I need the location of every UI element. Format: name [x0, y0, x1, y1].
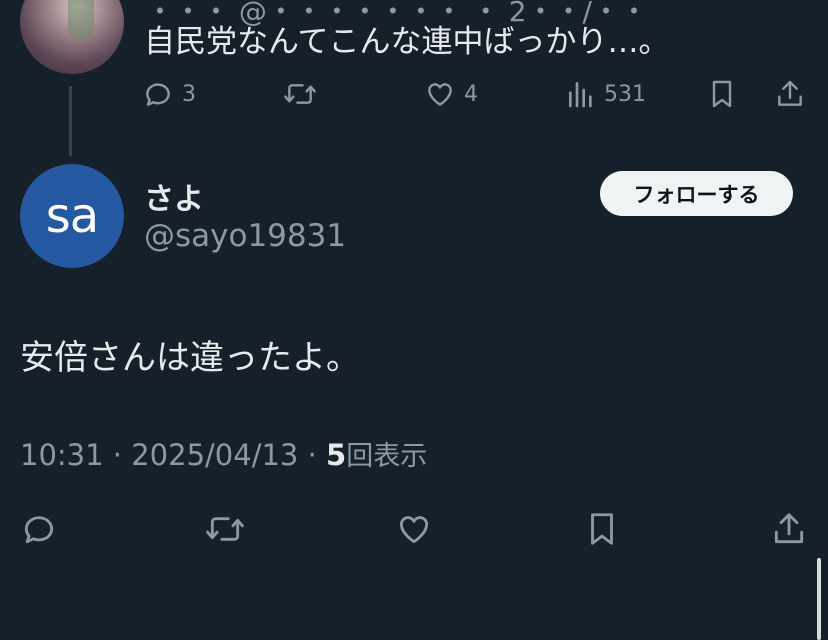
avatar-initials: sa: [45, 188, 99, 244]
parent-reply-button[interactable]: 3: [142, 78, 196, 110]
bookmark-icon: [583, 510, 621, 548]
bookmark-button[interactable]: [583, 510, 621, 548]
like-button[interactable]: [395, 510, 433, 548]
thread-connector-line: [69, 86, 72, 156]
user-handle[interactable]: @sayo19831: [144, 218, 346, 254]
parent-share-button[interactable]: [774, 78, 806, 110]
tweet-text: 安倍さんは違ったよ。: [20, 338, 360, 378]
tweet-meta: 10:31 · 2025/04/13 · 5回表示: [20, 434, 427, 473]
scrollbar[interactable]: [817, 558, 821, 640]
parent-like-button[interactable]: 4: [424, 78, 478, 110]
share-button[interactable]: [770, 510, 808, 548]
views-count[interactable]: 5: [326, 438, 346, 472]
parent-avatar[interactable]: [20, 0, 124, 74]
meta-separator: ·: [307, 438, 317, 472]
parent-reply-count: 3: [182, 81, 196, 107]
share-icon: [770, 510, 808, 548]
bookmark-icon: [706, 78, 738, 110]
parent-like-count: 4: [464, 81, 478, 107]
repost-icon: [282, 78, 318, 110]
repost-button[interactable]: [204, 510, 246, 548]
parent-views-button[interactable]: 531: [566, 78, 646, 110]
views-icon: [566, 78, 596, 110]
reply-button[interactable]: [20, 510, 58, 548]
avatar[interactable]: sa: [20, 164, 124, 268]
parent-tweet-text: 自民党なんてこんな連中ばっかり…。: [144, 24, 670, 60]
parent-bookmark-button[interactable]: [706, 78, 738, 110]
display-name[interactable]: さよ: [144, 174, 204, 218]
meta-separator: ·: [112, 438, 123, 472]
tweet-time[interactable]: 10:31: [20, 438, 104, 472]
avatar-photo-detail: [68, 0, 94, 40]
views-label: 回表示: [346, 441, 428, 472]
tweet-date[interactable]: 2025/04/13: [131, 438, 298, 472]
reply-icon: [20, 510, 58, 548]
like-icon: [424, 78, 456, 110]
reply-icon: [142, 78, 174, 110]
repost-icon: [204, 510, 246, 548]
parent-view-count: 531: [604, 81, 646, 107]
parent-repost-button[interactable]: [282, 78, 318, 110]
share-icon: [774, 78, 806, 110]
follow-button[interactable]: フォローする: [600, 171, 793, 216]
like-icon: [395, 510, 433, 548]
